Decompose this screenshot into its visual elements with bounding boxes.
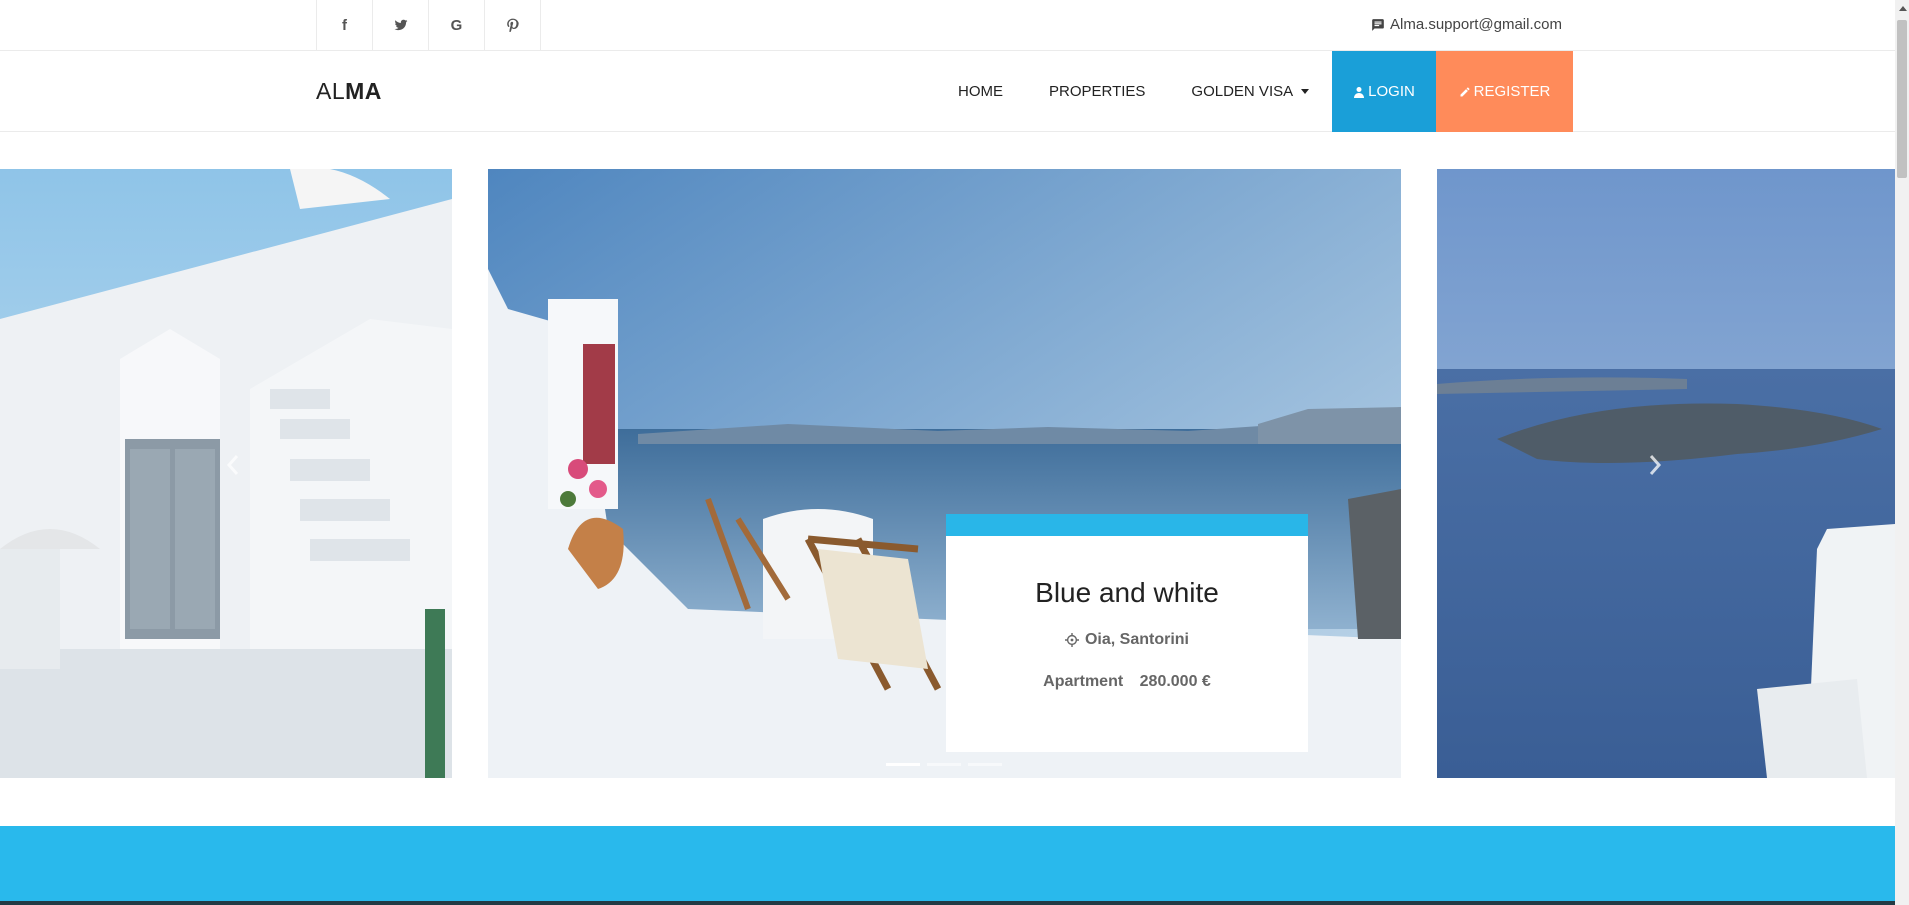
carousel-indicator-2[interactable] [927, 763, 961, 766]
location-target-icon [1064, 633, 1079, 647]
register-button[interactable]: REGISTER [1436, 51, 1573, 132]
pinterest-icon[interactable] [485, 0, 541, 50]
caret-down-icon [1301, 88, 1310, 94]
scrollbar-thumb[interactable] [1897, 20, 1907, 178]
site-logo[interactable]: ALMA [316, 78, 382, 105]
main-navbar: ALMA HOME PROPERTIES GOLDEN VISA LOGIN R… [0, 51, 1895, 132]
twitter-icon[interactable] [373, 0, 429, 50]
carousel-indicators [886, 763, 1002, 766]
login-button[interactable]: LOGIN [1332, 51, 1436, 132]
nav-links: HOME PROPERTIES GOLDEN VISA [958, 51, 1355, 131]
carousel-prev-button[interactable] [221, 452, 245, 478]
social-links: f G [316, 0, 541, 50]
pencil-icon [1460, 87, 1470, 96]
carousel-indicator-3[interactable] [968, 763, 1002, 766]
section-band [0, 826, 1895, 905]
message-icon [1372, 18, 1384, 31]
property-location: Oia, Santorini [946, 631, 1308, 649]
top-bar: f G Alma.support@gmail.com [0, 0, 1895, 51]
chevron-right-icon [1649, 455, 1662, 475]
scroll-up-arrow-icon[interactable] [1899, 6, 1907, 11]
card-accent-bar [946, 514, 1308, 536]
nav-golden-visa-label: GOLDEN VISA [1191, 82, 1294, 100]
login-label: LOGIN [1368, 83, 1415, 100]
chevron-left-icon [226, 455, 239, 475]
nav-golden-visa-dropdown[interactable]: GOLDEN VISA [1191, 82, 1310, 100]
support-contact[interactable]: Alma.support@gmail.com [1371, 16, 1562, 33]
facebook-icon[interactable]: f [317, 0, 373, 50]
carousel-next-button[interactable] [1643, 452, 1667, 478]
logo-text-light: AL [316, 78, 346, 104]
property-type: Apartment [1043, 673, 1124, 690]
google-icon[interactable]: G [429, 0, 485, 50]
nav-properties[interactable]: PROPERTIES [1049, 83, 1145, 100]
section-band-edge [0, 901, 1895, 905]
support-email[interactable]: Alma.support@gmail.com [1390, 16, 1562, 33]
property-info: Apartment 280.000 € [946, 673, 1308, 691]
property-price: 280.000 € [1139, 673, 1211, 690]
property-card[interactable]: Blue and white Oia, Santorini Apartment … [946, 514, 1308, 752]
register-label: REGISTER [1473, 83, 1551, 100]
user-icon [1354, 86, 1365, 98]
property-location-text: Oia, Santorini [1084, 631, 1189, 648]
logo-text-bold: MA [345, 78, 382, 104]
property-title[interactable]: Blue and white [946, 577, 1308, 609]
nav-home[interactable]: HOME [958, 83, 1003, 100]
carousel-indicator-1[interactable] [886, 763, 920, 766]
